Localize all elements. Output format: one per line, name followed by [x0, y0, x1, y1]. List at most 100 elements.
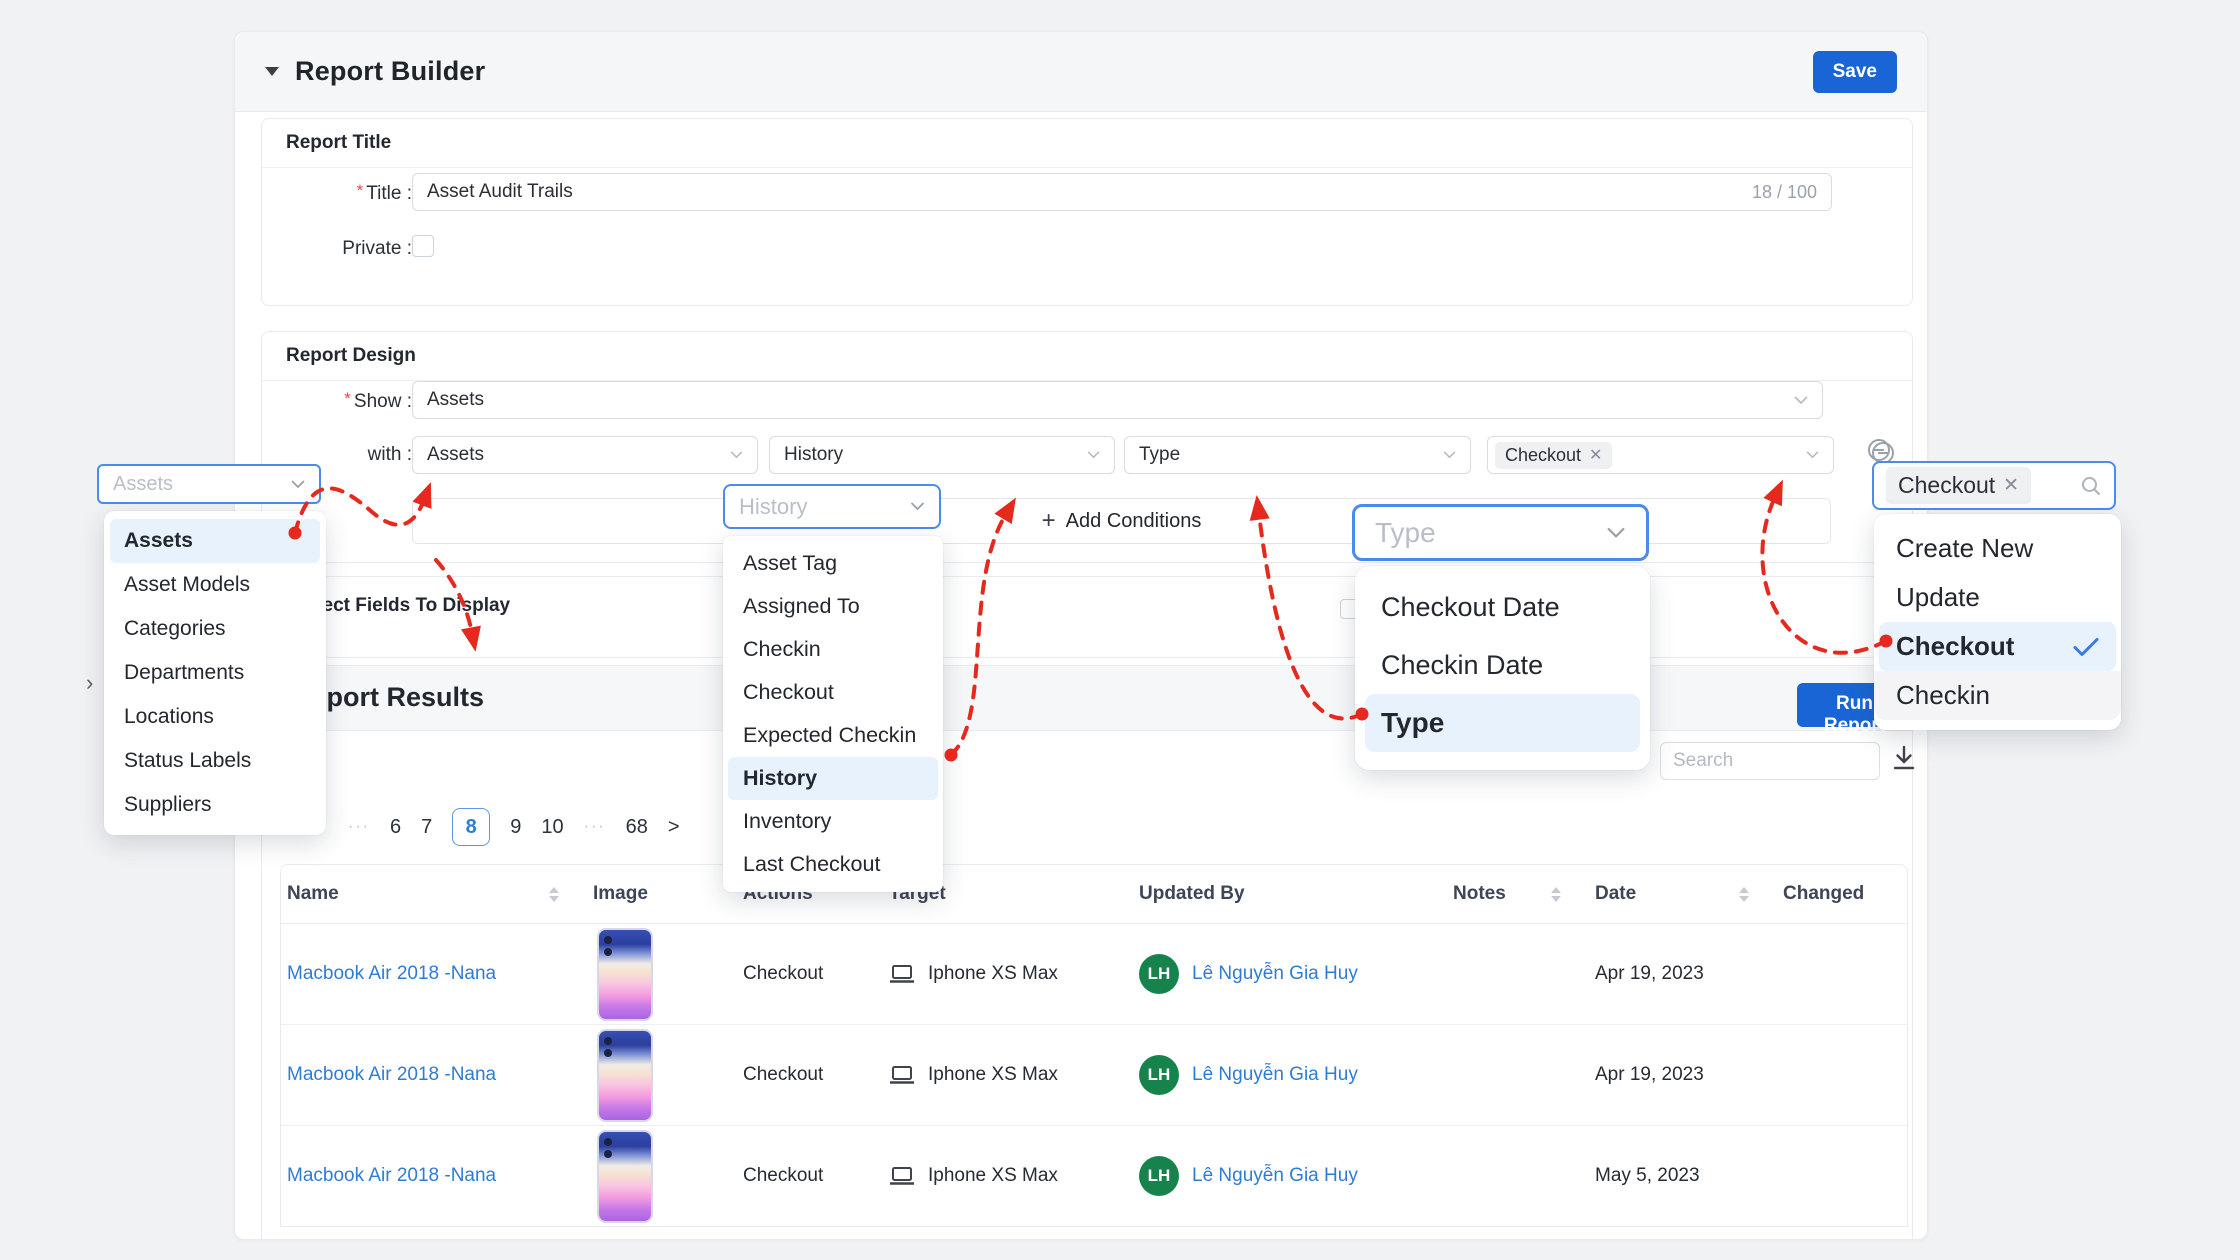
asset-photo[interactable]	[597, 1029, 653, 1122]
report-title-heading: Report Title	[262, 119, 1912, 168]
option-expected-checkin[interactable]: Expected Checkin	[723, 714, 943, 757]
select-fields-heading: Select Fields To Display	[262, 577, 1912, 630]
column-header-name[interactable]: Name	[281, 883, 587, 905]
pagination-page-9[interactable]: 9	[510, 816, 521, 839]
checkout-dropdown-panel: Create New Update Checkout Checkin	[1874, 514, 2121, 730]
save-button[interactable]: Save	[1813, 51, 1897, 93]
add-conditions-label: Add Conditions	[1066, 510, 1202, 533]
option-assets[interactable]: Assets	[110, 519, 320, 563]
report-title-card: Report Title *Title : Asset Audit Trails…	[261, 118, 1913, 306]
with-select-field[interactable]: History	[769, 436, 1115, 474]
pagination-ellipsis[interactable]: ···	[348, 818, 370, 836]
show-select[interactable]: Assets	[412, 381, 1823, 419]
with-select-category-value: Assets	[427, 444, 484, 466]
chevron-down-icon	[1606, 527, 1626, 539]
report-builder-window: Report Builder Save Report Title *Title …	[234, 31, 1928, 1240]
laptop-icon	[889, 964, 915, 984]
updated-by-link[interactable]: Lê Nguyễn Gia Huy	[1192, 1165, 1358, 1187]
option-update[interactable]: Update	[1874, 573, 2121, 622]
option-categories[interactable]: Categories	[104, 607, 326, 651]
option-checkout[interactable]: Checkout	[723, 671, 943, 714]
report-builder-header: Report Builder Save	[235, 32, 1927, 112]
option-suppliers[interactable]: Suppliers	[104, 783, 326, 827]
option-checkin[interactable]: Checkin	[723, 628, 943, 671]
avatar: LH	[1139, 1156, 1179, 1196]
asset-photo[interactable]	[597, 1130, 653, 1223]
chevron-down-icon	[1806, 451, 1819, 459]
updated-by-link[interactable]: Lê Nguyễn Gia Huy	[1192, 963, 1358, 985]
page-title: Report Builder	[295, 56, 485, 87]
column-header-image: Image	[587, 883, 737, 905]
assets-placeholder: Assets	[113, 473, 173, 496]
table-header-row: Name Image Actions Target Updated By Not…	[281, 865, 1907, 924]
download-icon[interactable]	[1890, 744, 1918, 774]
option-assigned-to[interactable]: Assigned To	[723, 585, 943, 628]
sort-icon[interactable]	[1551, 887, 1561, 902]
laptop-icon	[889, 1065, 915, 1085]
option-inventory[interactable]: Inventory	[723, 800, 943, 843]
column-header-notes[interactable]: Notes	[1447, 883, 1589, 905]
collapse-caret-icon[interactable]	[265, 67, 279, 76]
asset-name-link[interactable]: Macbook Air 2018 -Nana	[287, 1064, 496, 1086]
option-departments[interactable]: Departments	[104, 651, 326, 695]
option-status-labels[interactable]: Status Labels	[104, 739, 326, 783]
option-history[interactable]: History	[728, 757, 938, 800]
type-dropdown-input[interactable]: Type	[1352, 504, 1649, 561]
with-select-field-value: History	[784, 444, 843, 466]
asset-name-link[interactable]: Macbook Air 2018 -Nana	[287, 963, 496, 985]
option-checkin[interactable]: Checkin	[1874, 671, 2121, 720]
with-select-subfield-value: Type	[1139, 444, 1180, 466]
chevron-down-icon	[291, 480, 305, 489]
option-checkout[interactable]: Checkout	[1879, 622, 2116, 671]
pagination-ellipsis[interactable]: ···	[584, 818, 606, 836]
show-label: *Show :	[262, 389, 412, 413]
laptop-icon	[889, 1166, 915, 1186]
option-last-checkout[interactable]: Last Checkout	[723, 843, 943, 886]
search-input[interactable]: Search	[1660, 742, 1880, 780]
updated-by-link[interactable]: Lê Nguyễn Gia Huy	[1192, 1064, 1358, 1086]
pagination-next-button[interactable]: >	[668, 816, 680, 839]
pagination-page-68[interactable]: 68	[626, 816, 648, 839]
option-asset-models[interactable]: Asset Models	[104, 563, 326, 607]
sort-icon[interactable]	[1739, 887, 1749, 902]
option-asset-tag[interactable]: Asset Tag	[723, 542, 943, 585]
history-placeholder: History	[739, 494, 807, 520]
checkout-dropdown-input[interactable]: Checkout ✕	[1872, 461, 2116, 510]
option-checkout-date[interactable]: Checkout Date	[1355, 578, 1650, 636]
sort-icon[interactable]	[549, 887, 559, 902]
with-select-values[interactable]: Checkout ✕	[1487, 436, 1834, 474]
title-value: Asset Audit Trails	[427, 181, 573, 203]
pagination-page-6[interactable]: 6	[390, 816, 401, 839]
private-checkbox[interactable]	[412, 235, 434, 257]
type-placeholder: Type	[1375, 517, 1436, 549]
option-create-new[interactable]: Create New	[1874, 524, 2121, 573]
column-header-date[interactable]: Date	[1589, 883, 1777, 905]
option-type[interactable]: Type	[1365, 694, 1640, 752]
assets-dropdown-panel: Assets Asset Models Categories Departmen…	[104, 511, 326, 835]
close-icon[interactable]: ✕	[1589, 445, 1602, 465]
option-locations[interactable]: Locations	[104, 695, 326, 739]
remove-row-icon[interactable]	[1868, 439, 1890, 461]
with-select-category[interactable]: Assets	[412, 436, 758, 474]
table-row: Macbook Air 2018 -Nana Checkout Iphone X…	[281, 924, 1907, 1025]
date-cell: May 5, 2023	[1595, 1165, 1700, 1187]
asset-photo[interactable]	[597, 928, 653, 1021]
selected-value-tag: Checkout ✕	[1495, 442, 1612, 469]
title-char-counter: 18 / 100	[1752, 182, 1817, 203]
pagination-page-10[interactable]: 10	[541, 816, 563, 839]
report-design-heading: Report Design	[262, 332, 1912, 381]
sidebar-expand-chevron-icon[interactable]: ›	[86, 670, 93, 696]
assets-dropdown-input[interactable]: Assets	[97, 464, 321, 504]
report-results-card: Report Results Run Report Search ··· 6 7…	[261, 665, 1913, 1239]
with-label: with :	[262, 444, 412, 466]
pagination-page-7[interactable]: 7	[421, 816, 432, 839]
history-dropdown-input[interactable]: History	[723, 484, 941, 529]
pagination-page-8-active[interactable]: 8	[452, 808, 490, 846]
asset-name-link[interactable]: Macbook Air 2018 -Nana	[287, 1165, 496, 1187]
title-input[interactable]: Asset Audit Trails 18 / 100	[412, 173, 1832, 211]
with-select-subfield[interactable]: Type	[1124, 436, 1471, 474]
close-icon[interactable]: ✕	[2003, 474, 2019, 497]
option-checkin-date[interactable]: Checkin Date	[1355, 636, 1650, 694]
required-asterisk: *	[344, 389, 351, 408]
tag-label: Checkout	[1898, 472, 1995, 499]
